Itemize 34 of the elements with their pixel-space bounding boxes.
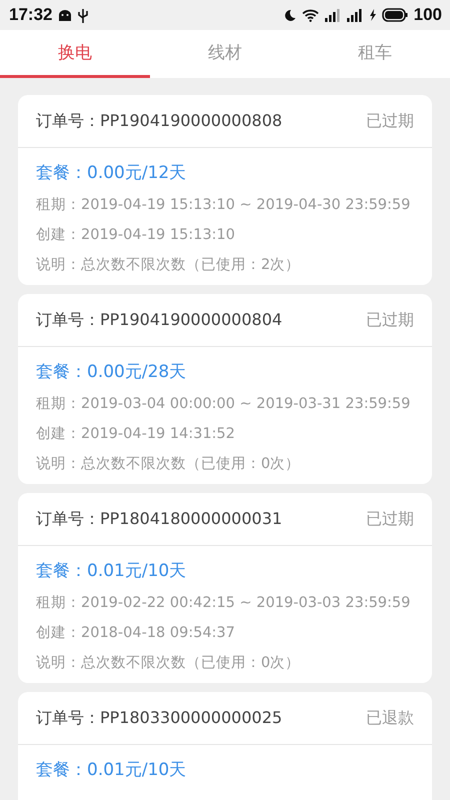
- order-detail: 说明：总次数不限次数（已使用：0次）: [36, 455, 302, 474]
- order-detail: 租期：2019-02-22 00:42:15 ~ 2019-03-03 23:59:59: [36, 594, 412, 613]
- order-detail: 创建：2019-04-19 15:13:10: [36, 226, 236, 245]
- order-status: 已退款: [366, 708, 414, 728]
- moon-icon: [284, 9, 296, 21]
- battery-icon: [382, 8, 408, 22]
- clock-time: 17:32: [9, 5, 52, 25]
- order-detail: 说明：总次数不限次数（已使用：2次）: [36, 256, 302, 275]
- order-detail: 创建：2018-04-18 09:54:37: [36, 624, 236, 643]
- order-detail: 创建：2019-04-19 14:31:52: [36, 425, 236, 444]
- package-price: 套餐：0.01元/10天: [36, 560, 188, 583]
- order-card[interactable]: 订单号：PP1803300000000025 已退款 套餐：0.01元/10天: [18, 692, 432, 800]
- order-number: 订单号：PP1904190000000808: [36, 110, 282, 132]
- signal-icon: [324, 8, 341, 22]
- package-price: 套餐：0.01元/10天: [36, 759, 188, 782]
- order-number: 订单号：PP1904190000000804: [36, 310, 282, 330]
- wifi-icon: [302, 8, 319, 22]
- usb-icon: [78, 8, 88, 22]
- order-detail: 租期：2019-04-19 15:13:10 ~ 2019-04-30 23:59:59: [36, 196, 412, 215]
- order-card[interactable]: 订单号：PP1904190000000804 已过期 套餐：0.00元/28天 租期：2019-03-04 00:00:00 ~ 2019-03-31 23:59:59 创建：2019-04-19 14:31:52 说明：总次数不限次数（已使用：0次）: [18, 294, 432, 484]
- order-number: 订单号：PP1804180000000031: [36, 508, 282, 530]
- order-card[interactable]: 订单号：PP1804180000000031 已过期 套餐：0.01元/10天 租期：2019-02-22 00:42:15 ~ 2019-03-03 23:59:59 创建：2018-04-18 09:54:37 说明：总次数不限次数（已使用：0次）: [18, 493, 432, 683]
- battery-level: 100: [414, 5, 442, 25]
- order-status: 已过期: [366, 310, 414, 330]
- order-status: 已过期: [366, 508, 414, 530]
- order-detail: 说明：总次数不限次数（已使用：0次）: [36, 654, 302, 673]
- package-price: 套餐：0.00元/28天: [36, 361, 188, 384]
- order-card[interactable]: 订单号：PP1904190000000808 已过期 套餐：0.00元/12天 租期：2019-04-19 15:13:10 ~ 2019-04-30 23:59:59 创建：2019-04-19 15:13:10 说明：总次数不限次数（已使用：2次）: [18, 95, 432, 285]
- charging-icon: [368, 9, 376, 21]
- package-price: 套餐：0.00元/12天: [36, 162, 188, 185]
- signal-icon: [346, 8, 363, 22]
- order-detail: 租期：2019-03-04 00:00:00 ~ 2019-03-31 23:59:59: [36, 395, 412, 414]
- order-number: 订单号：PP1803300000000025: [36, 708, 282, 728]
- order-status: 已过期: [366, 110, 414, 132]
